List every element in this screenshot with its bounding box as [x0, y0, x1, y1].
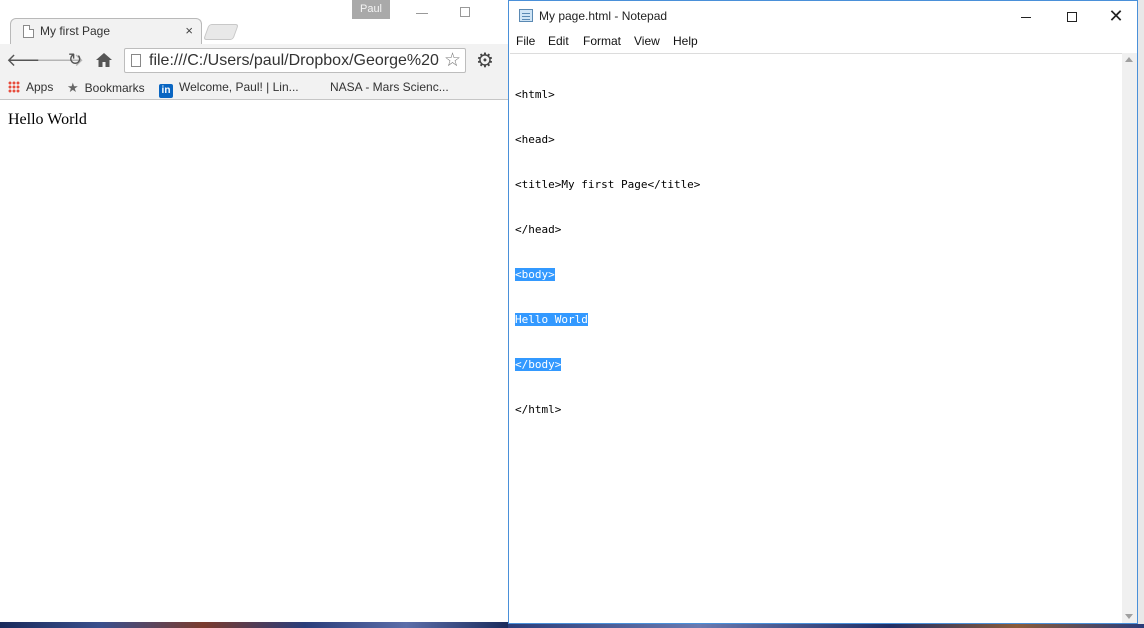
notepad-icon [519, 9, 533, 22]
new-tab-button[interactable] [203, 24, 239, 40]
url-text[interactable]: file:///C:/Users/paul/Dropbox/George%20 [149, 52, 439, 70]
apps-grid-icon [8, 81, 20, 93]
browser-viewport: Hello World [0, 101, 508, 622]
selected-text: </body> [515, 358, 562, 371]
editor-line: </html> [515, 402, 700, 417]
menu-bar: File Edit Format View Help [509, 31, 1137, 52]
reload-button[interactable]: ↻ [65, 50, 85, 70]
editor-line: </head> [515, 222, 700, 237]
line-text: <title>My first Page</title> [515, 178, 701, 191]
desktop: My first Page × Paul 🡐 🡒 ↻ file:///C:/Us… [0, 0, 1144, 628]
text-editor[interactable]: <html> <head> <title>My first Page</titl… [510, 53, 1122, 623]
reload-icon: ↻ [67, 50, 83, 69]
bookmark-bookmarks[interactable]: ★ Bookmarks [67, 80, 145, 96]
maximize-icon [1067, 12, 1077, 23]
selected-text: <body> [515, 268, 555, 281]
background-window-edge [1138, 0, 1144, 628]
scroll-up-icon[interactable] [1125, 57, 1133, 62]
vertical-scrollbar[interactable] [1122, 53, 1137, 623]
page-icon [131, 54, 141, 67]
bookmark-star-icon[interactable]: ☆ [441, 49, 461, 72]
bookmark-label: Welcome, Paul! | Lin... [179, 80, 299, 94]
minimize-button[interactable] [1003, 1, 1049, 31]
maximize-button[interactable] [1049, 1, 1095, 31]
forward-button[interactable]: 🡒 [36, 50, 84, 70]
back-button[interactable]: 🡐 [6, 50, 54, 70]
star-icon: ★ [67, 80, 79, 95]
line-text: <html> [515, 88, 555, 101]
editor-line: </body> [515, 357, 700, 372]
user-profile-badge[interactable]: Paul [352, 0, 390, 19]
bookmark-label: Bookmarks [84, 81, 145, 95]
editor-content: <html> <head> <title>My first Page</titl… [515, 57, 700, 447]
editor-line: <body> [515, 267, 700, 282]
editor-line: <head> [515, 132, 700, 147]
menu-file[interactable]: File [516, 34, 535, 48]
home-button[interactable] [94, 50, 114, 70]
linkedin-icon: in [159, 84, 173, 98]
bookmarks-bar: Apps ★ Bookmarks in Welcome, Paul! | Lin..… [0, 76, 508, 100]
browser-maximize-button[interactable] [460, 7, 470, 17]
menu-view[interactable]: View [634, 34, 660, 48]
page-icon [23, 25, 34, 38]
browser-minimize-button[interactable] [416, 13, 428, 14]
menu-edit[interactable]: Edit [548, 34, 569, 48]
minimize-icon [1021, 16, 1031, 18]
line-text: <head> [515, 133, 555, 146]
scroll-down-icon[interactable] [1125, 614, 1133, 619]
browser-window: My first Page × Paul 🡐 🡒 ↻ file:///C:/Us… [0, 0, 508, 622]
gear-icon: ⚙ [476, 50, 494, 72]
line-text: </head> [515, 223, 562, 236]
bookmark-apps[interactable]: Apps [8, 80, 53, 94]
bookmark-nasa[interactable]: NASA - Mars Scienc... [330, 80, 449, 94]
bookmark-label: Apps [26, 80, 54, 94]
taskbar-strip [508, 624, 1144, 628]
tab-close-icon[interactable]: × [185, 23, 193, 38]
menu-format[interactable]: Format [583, 34, 621, 48]
settings-button[interactable]: ⚙ [474, 50, 496, 72]
editor-line: <title>My first Page</title> [515, 177, 700, 192]
window-title: My page.html - Notepad [539, 9, 668, 23]
bookmark-linkedin[interactable]: in Welcome, Paul! | Lin... [159, 80, 299, 98]
address-bar[interactable]: file:///C:/Users/paul/Dropbox/George%20 … [124, 48, 466, 73]
menu-help[interactable]: Help [673, 34, 698, 48]
home-icon [96, 53, 112, 67]
line-text: </html> [515, 403, 562, 416]
selected-text: Hello World [515, 313, 588, 326]
notepad-window: My page.html - Notepad ✕ File Edit Forma… [508, 0, 1138, 624]
browser-tab[interactable]: My first Page × [10, 18, 202, 44]
taskbar-strip [0, 622, 508, 628]
browser-toolbar: 🡐 🡒 ↻ file:///C:/Users/paul/Dropbox/Geor… [0, 44, 508, 76]
page-body-text: Hello World [8, 111, 87, 128]
close-button[interactable]: ✕ [1093, 1, 1139, 31]
close-icon: ✕ [1108, 6, 1124, 26]
bookmark-label: NASA - Mars Scienc... [330, 80, 449, 94]
browser-titlebar: My first Page × Paul [0, 0, 508, 44]
editor-line: <html> [515, 87, 700, 102]
notepad-titlebar: My page.html - Notepad ✕ [509, 1, 1137, 31]
tab-title: My first Page [40, 24, 111, 38]
editor-line: Hello World [515, 312, 700, 327]
